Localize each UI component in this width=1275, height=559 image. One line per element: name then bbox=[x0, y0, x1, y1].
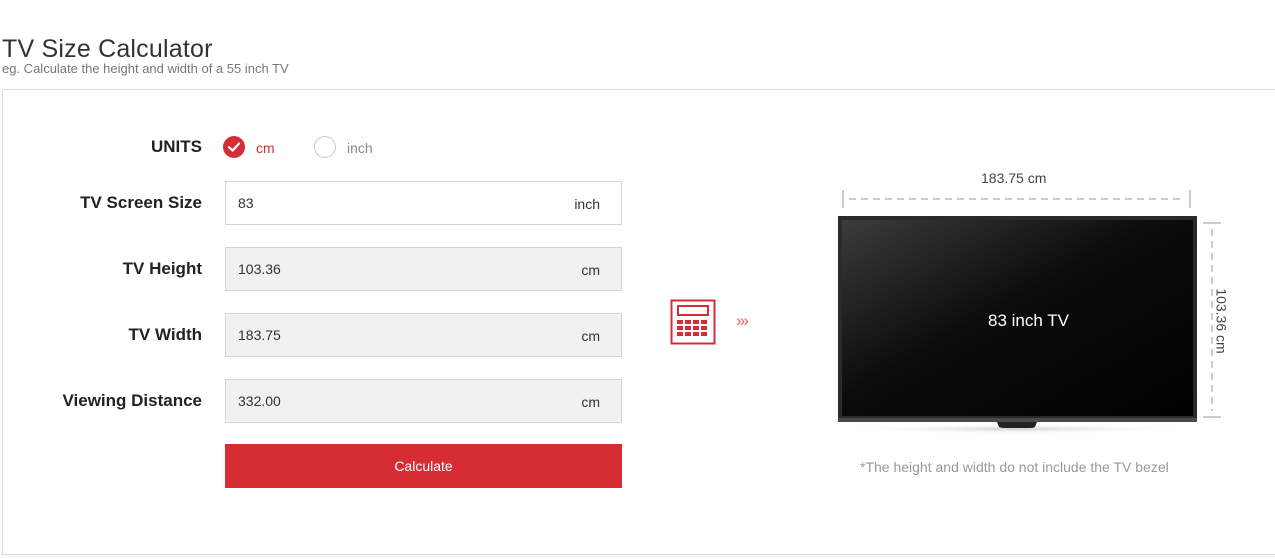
bezel-note: *The height and width do not include the… bbox=[860, 459, 1169, 475]
unit-radio-cm[interactable] bbox=[223, 136, 245, 158]
calculator-card: UNITS cm inch TV Screen Size inch TV Hei… bbox=[2, 89, 1275, 555]
height-label: TV Height bbox=[122, 259, 202, 278]
height-value: 103.36 bbox=[238, 261, 281, 277]
viewing-distance-unit: cm bbox=[581, 394, 600, 410]
page-subtitle: eg. Calculate the height and width of a … bbox=[2, 61, 289, 76]
page-title: TV Size Calculator bbox=[2, 34, 213, 63]
tv-width-dimension: 183.75 cm bbox=[981, 170, 1047, 186]
triple-chevron-right-icon: ››› bbox=[736, 311, 749, 330]
height-field: 103.36 cm bbox=[225, 247, 622, 291]
units-label: UNITS bbox=[151, 137, 202, 156]
height-unit: cm bbox=[581, 262, 600, 278]
tv-label: 83 inch TV bbox=[988, 311, 1069, 330]
screen-size-input[interactable] bbox=[238, 195, 538, 211]
calculator-icon bbox=[670, 299, 716, 345]
check-icon bbox=[227, 142, 241, 152]
unit-label-cm[interactable]: cm bbox=[256, 140, 275, 156]
screen-size-unit: inch bbox=[574, 196, 600, 212]
calculate-button[interactable]: Calculate bbox=[225, 444, 622, 488]
tv-height-dimension: 103.36 cm bbox=[1213, 288, 1230, 354]
unit-label-inch[interactable]: inch bbox=[347, 140, 373, 156]
width-value: 183.75 bbox=[238, 327, 281, 343]
viewing-distance-label: Viewing Distance bbox=[62, 391, 202, 410]
screen-size-label: TV Screen Size bbox=[80, 193, 202, 212]
width-field: 183.75 cm bbox=[225, 313, 622, 357]
width-dimension-line bbox=[842, 190, 1191, 208]
viewing-distance-field: 332.00 cm bbox=[225, 379, 622, 423]
viewing-distance-value: 332.00 bbox=[238, 393, 281, 409]
width-unit: cm bbox=[581, 328, 600, 344]
width-label: TV Width bbox=[128, 325, 203, 344]
unit-radio-inch[interactable] bbox=[314, 136, 336, 158]
screen-size-field[interactable]: inch bbox=[225, 181, 622, 225]
